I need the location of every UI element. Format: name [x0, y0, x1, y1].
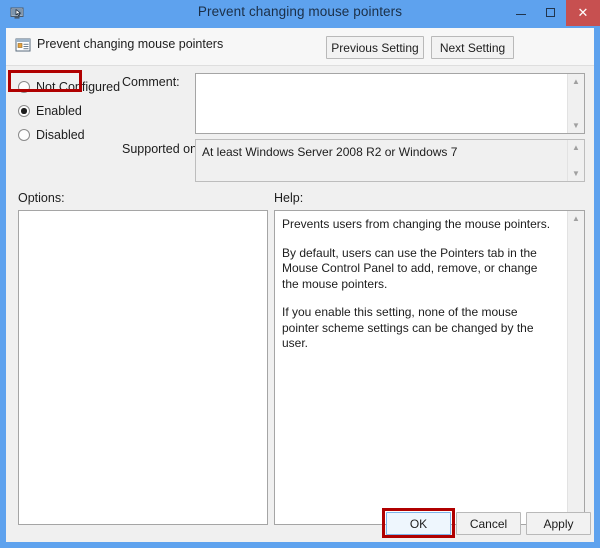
- radio-disabled-indicator: [18, 129, 30, 141]
- help-scrollbar[interactable]: ▲ ▼: [567, 211, 584, 524]
- comment-label: Comment:: [122, 75, 180, 89]
- supported-on-label: Supported on:: [122, 142, 201, 156]
- radio-not-configured-indicator: [18, 81, 30, 93]
- help-label: Help:: [274, 191, 304, 205]
- minimize-icon: [516, 14, 526, 15]
- options-panel[interactable]: [18, 210, 268, 525]
- supported-on-value: At least Windows Server 2008 R2 or Windo…: [202, 145, 458, 159]
- chevron-up-icon[interactable]: ▲: [568, 74, 584, 89]
- help-text: Prevents users from changing the mouse p…: [282, 217, 554, 352]
- radio-enabled[interactable]: Enabled: [18, 102, 82, 120]
- options-label: Options:: [18, 191, 65, 205]
- dialog-client-area: Prevent changing mouse pointers Previous…: [6, 28, 594, 542]
- supported-on-field[interactable]: At least Windows Server 2008 R2 or Windo…: [195, 139, 585, 182]
- setting-name: Prevent changing mouse pointers: [37, 37, 224, 51]
- maximize-button[interactable]: [536, 0, 566, 26]
- policy-setting-icon: [15, 37, 31, 53]
- chevron-down-icon[interactable]: ▼: [568, 166, 584, 181]
- setting-header: Prevent changing mouse pointers Previous…: [6, 28, 594, 66]
- maximize-icon: [546, 8, 555, 17]
- radio-disabled[interactable]: Disabled: [18, 126, 85, 144]
- chevron-up-icon[interactable]: ▲: [568, 211, 584, 226]
- next-setting-button[interactable]: Next Setting: [431, 36, 514, 59]
- help-paragraph: By default, users can use the Pointers t…: [282, 245, 538, 291]
- minimize-button[interactable]: [506, 0, 536, 26]
- policy-setting-dialog: Prevent changing mouse pointers ✕ Preven…: [0, 0, 600, 548]
- apply-button[interactable]: Apply: [526, 512, 591, 535]
- chevron-up-icon[interactable]: ▲: [568, 140, 584, 155]
- close-button[interactable]: ✕: [566, 0, 600, 26]
- title-bar: Prevent changing mouse pointers ✕: [0, 0, 600, 28]
- supported-on-scrollbar[interactable]: ▲ ▼: [567, 140, 584, 181]
- radio-enabled-label: Enabled: [36, 104, 82, 118]
- help-panel[interactable]: Prevents users from changing the mouse p…: [274, 210, 585, 525]
- help-paragraph: Prevents users from changing the mouse p…: [282, 217, 551, 231]
- comment-scrollbar[interactable]: ▲ ▼: [567, 74, 584, 133]
- close-icon: ✕: [577, 5, 589, 20]
- radio-not-configured[interactable]: Not Configured: [18, 78, 120, 96]
- radio-enabled-indicator: [18, 105, 30, 117]
- cancel-button[interactable]: Cancel: [456, 512, 521, 535]
- previous-setting-button[interactable]: Previous Setting: [326, 36, 424, 59]
- radio-not-configured-label: Not Configured: [36, 80, 121, 94]
- comment-input[interactable]: ▲ ▼: [195, 73, 585, 134]
- radio-disabled-label: Disabled: [36, 128, 85, 142]
- chevron-down-icon[interactable]: ▼: [568, 118, 584, 133]
- help-paragraph: If you enable this setting, none of the …: [282, 305, 534, 350]
- ok-button[interactable]: OK: [386, 512, 451, 535]
